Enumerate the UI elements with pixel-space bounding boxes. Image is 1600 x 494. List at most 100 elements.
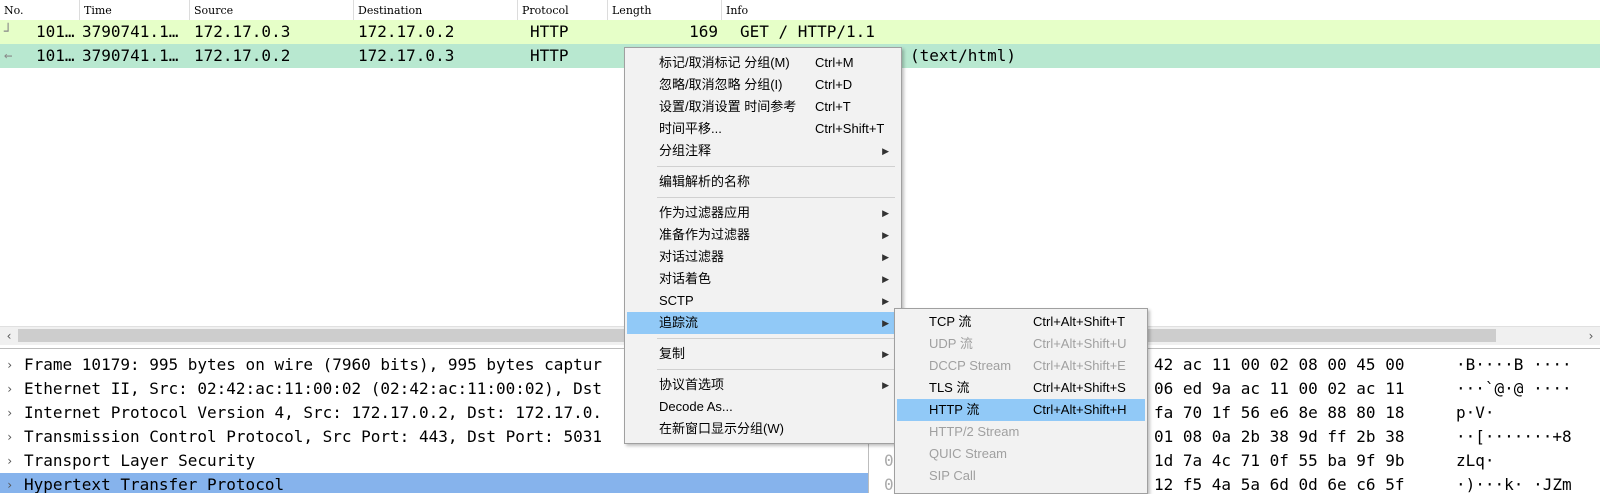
- bytes-hex: 06 ed 9a ac 11 00 02 ac 11: [1154, 379, 1405, 398]
- bytes-ascii: ·)···k· ·JZm: [1456, 475, 1572, 493]
- detail-text: Internet Protocol Version 4, Src: 172.17…: [24, 403, 602, 422]
- menu-item-label: TLS 流: [929, 380, 970, 395]
- column-header-info[interactable]: Info: [722, 0, 1600, 20]
- packet-destination: 172.17.0.2: [358, 22, 455, 41]
- menu-separator: [657, 369, 895, 370]
- menu-item-packet-comment[interactable]: 分组注释 ▶: [627, 140, 899, 162]
- expand-arrow-icon[interactable]: ›: [6, 377, 13, 401]
- bytes-hex: 01 08 0a 2b 38 9d ff 2b 38: [1154, 427, 1405, 446]
- menu-item-label: SIP Call: [929, 468, 976, 483]
- bytes-hex: fa 70 1f 56 e6 8e 88 80 18: [1154, 403, 1405, 422]
- packet-context-menu: 标记/取消标记 分组(M) Ctrl+M 忽略/取消忽略 分组(I) Ctrl+…: [624, 47, 902, 444]
- menu-item-conversation-filter[interactable]: 对话过滤器 ▶: [627, 246, 899, 268]
- menu-item-shortcut: Ctrl+M: [815, 55, 854, 70]
- menu-item-mark-packet[interactable]: 标记/取消标记 分组(M) Ctrl+M: [627, 52, 899, 74]
- menu-item-edit-resolved-name[interactable]: 编辑解析的名称: [627, 171, 899, 193]
- menu-item-shortcut: Ctrl+Alt+Shift+E: [1033, 358, 1126, 373]
- related-packet-icon: ←: [4, 48, 13, 64]
- submenu-arrow-icon: ▶: [882, 208, 889, 218]
- packet-info: (text/html): [910, 46, 1016, 65]
- column-header-length[interactable]: Length: [608, 0, 722, 20]
- submenu-arrow-icon: ▶: [882, 146, 889, 156]
- menu-item-label: 协议首选项: [659, 377, 725, 392]
- menu-item-decode-as[interactable]: Decode As...: [627, 396, 899, 418]
- menu-item-time-reference[interactable]: 设置/取消设置 时间参考 Ctrl+T: [627, 96, 899, 118]
- packet-info: GET / HTTP/1.1: [740, 22, 875, 41]
- scroll-left-icon[interactable]: ‹: [0, 327, 18, 345]
- menu-item-time-shift[interactable]: 时间平移... Ctrl+Shift+T: [627, 118, 899, 140]
- packet-protocol: HTTP: [530, 46, 569, 65]
- detail-text: Transport Layer Security: [24, 451, 256, 470]
- menu-item-label: HTTP 流: [929, 402, 980, 417]
- menu-item-shortcut: Ctrl+Alt+Shift+T: [1033, 314, 1126, 329]
- bytes-hex: 42 ac 11 00 02 08 00 45 00: [1154, 355, 1405, 374]
- submenu-arrow-icon: ▶: [882, 380, 889, 390]
- bytes-ascii: zLq·: [1456, 451, 1495, 470]
- menu-item-sctp[interactable]: SCTP ▶: [627, 290, 899, 312]
- packet-list-header: No. Time Source Destination Protocol Len…: [0, 0, 1600, 21]
- detail-text: Frame 10179: 995 bytes on wire (7960 bit…: [24, 355, 602, 374]
- menu-item-protocol-preferences[interactable]: 协议首选项 ▶: [627, 374, 899, 396]
- submenu-item-dccp-stream[interactable]: DCCP Stream Ctrl+Alt+Shift+E: [897, 355, 1145, 377]
- menu-item-shortcut: Ctrl+Shift+T: [815, 121, 885, 136]
- menu-item-show-in-new-window[interactable]: 在新窗口显示分组(W): [627, 418, 899, 440]
- menu-item-label: 追踪流: [659, 315, 699, 330]
- bytes-hex: 12 f5 4a 5a 6d 0d 6e c6 5f: [1154, 475, 1405, 493]
- submenu-arrow-icon: ▶: [882, 296, 889, 306]
- menu-item-label: 作为过滤器应用: [659, 205, 751, 220]
- submenu-item-quic-stream[interactable]: QUIC Stream: [897, 443, 1145, 465]
- detail-row-tls[interactable]: › Transport Layer Security: [0, 449, 868, 473]
- menu-item-label: TCP 流: [929, 314, 972, 329]
- menu-item-label: UDP 流: [929, 336, 973, 351]
- submenu-item-udp-stream[interactable]: UDP 流 Ctrl+Alt+Shift+U: [897, 333, 1145, 355]
- submenu-arrow-icon: ▶: [882, 318, 889, 328]
- submenu-item-tls-stream[interactable]: TLS 流 Ctrl+Alt+Shift+S: [897, 377, 1145, 399]
- submenu-item-http2-stream[interactable]: HTTP/2 Stream: [897, 421, 1145, 443]
- bytes-ascii: ···`@·@ ····: [1456, 379, 1572, 398]
- menu-item-label: 设置/取消设置 时间参考: [659, 99, 797, 114]
- menu-item-colorize-conversation[interactable]: 对话着色 ▶: [627, 268, 899, 290]
- menu-item-label: 对话着色: [659, 271, 712, 286]
- menu-separator: [657, 197, 895, 198]
- menu-item-copy[interactable]: 复制 ▶: [627, 343, 899, 365]
- submenu-item-tcp-stream[interactable]: TCP 流 Ctrl+Alt+Shift+T: [897, 311, 1145, 333]
- column-header-destination[interactable]: Destination: [354, 0, 518, 20]
- menu-item-ignore-packet[interactable]: 忽略/取消忽略 分组(I) Ctrl+D: [627, 74, 899, 96]
- related-packet-icon: ┘: [4, 24, 13, 40]
- menu-item-prepare-as-filter[interactable]: 准备作为过滤器 ▶: [627, 224, 899, 246]
- menu-item-shortcut: Ctrl+T: [815, 99, 851, 114]
- menu-item-label: 编辑解析的名称: [659, 174, 751, 189]
- detail-text: Ethernet II, Src: 02:42:ac:11:00:02 (02:…: [24, 379, 602, 398]
- menu-item-shortcut: Ctrl+Alt+Shift+S: [1033, 380, 1126, 395]
- menu-item-follow-stream[interactable]: 追踪流 ▶: [627, 312, 899, 334]
- packet-length: 169: [689, 22, 718, 41]
- submenu-arrow-icon: ▶: [882, 274, 889, 284]
- expand-arrow-icon[interactable]: ›: [6, 425, 13, 449]
- detail-row-http[interactable]: › Hypertext Transfer Protocol: [0, 473, 868, 493]
- expand-arrow-icon[interactable]: ›: [6, 353, 13, 377]
- submenu-arrow-icon: ▶: [882, 349, 889, 359]
- packet-no: 101…: [36, 22, 75, 41]
- menu-separator: [657, 338, 895, 339]
- packet-no: 101…: [36, 46, 75, 65]
- submenu-item-http-stream[interactable]: HTTP 流 Ctrl+Alt+Shift+H: [897, 399, 1145, 421]
- column-header-protocol[interactable]: Protocol: [518, 0, 608, 20]
- submenu-arrow-icon: ▶: [882, 252, 889, 262]
- packet-row[interactable]: ┘ 101… 3790741.1… 172.17.0.3 172.17.0.2 …: [0, 20, 1600, 44]
- submenu-item-sip-call[interactable]: SIP Call: [897, 465, 1145, 487]
- column-header-no[interactable]: No.: [0, 0, 80, 20]
- menu-item-label: HTTP/2 Stream: [929, 424, 1020, 439]
- column-header-time[interactable]: Time: [80, 0, 190, 20]
- column-header-source[interactable]: Source: [190, 0, 354, 20]
- detail-text: Transmission Control Protocol, Src Port:…: [24, 427, 602, 446]
- menu-item-shortcut: Ctrl+Alt+Shift+H: [1033, 402, 1127, 417]
- menu-item-label: 准备作为过滤器: [659, 227, 751, 242]
- scroll-right-icon[interactable]: ›: [1582, 327, 1600, 345]
- bytes-ascii: ·B····B ····: [1456, 355, 1572, 374]
- menu-item-apply-as-filter[interactable]: 作为过滤器应用 ▶: [627, 202, 899, 224]
- expand-arrow-icon[interactable]: ›: [6, 449, 13, 473]
- packet-destination: 172.17.0.3: [358, 46, 455, 65]
- expand-arrow-icon[interactable]: ›: [6, 401, 13, 425]
- expand-arrow-icon[interactable]: ›: [6, 473, 13, 493]
- bytes-offset: 0: [884, 475, 894, 493]
